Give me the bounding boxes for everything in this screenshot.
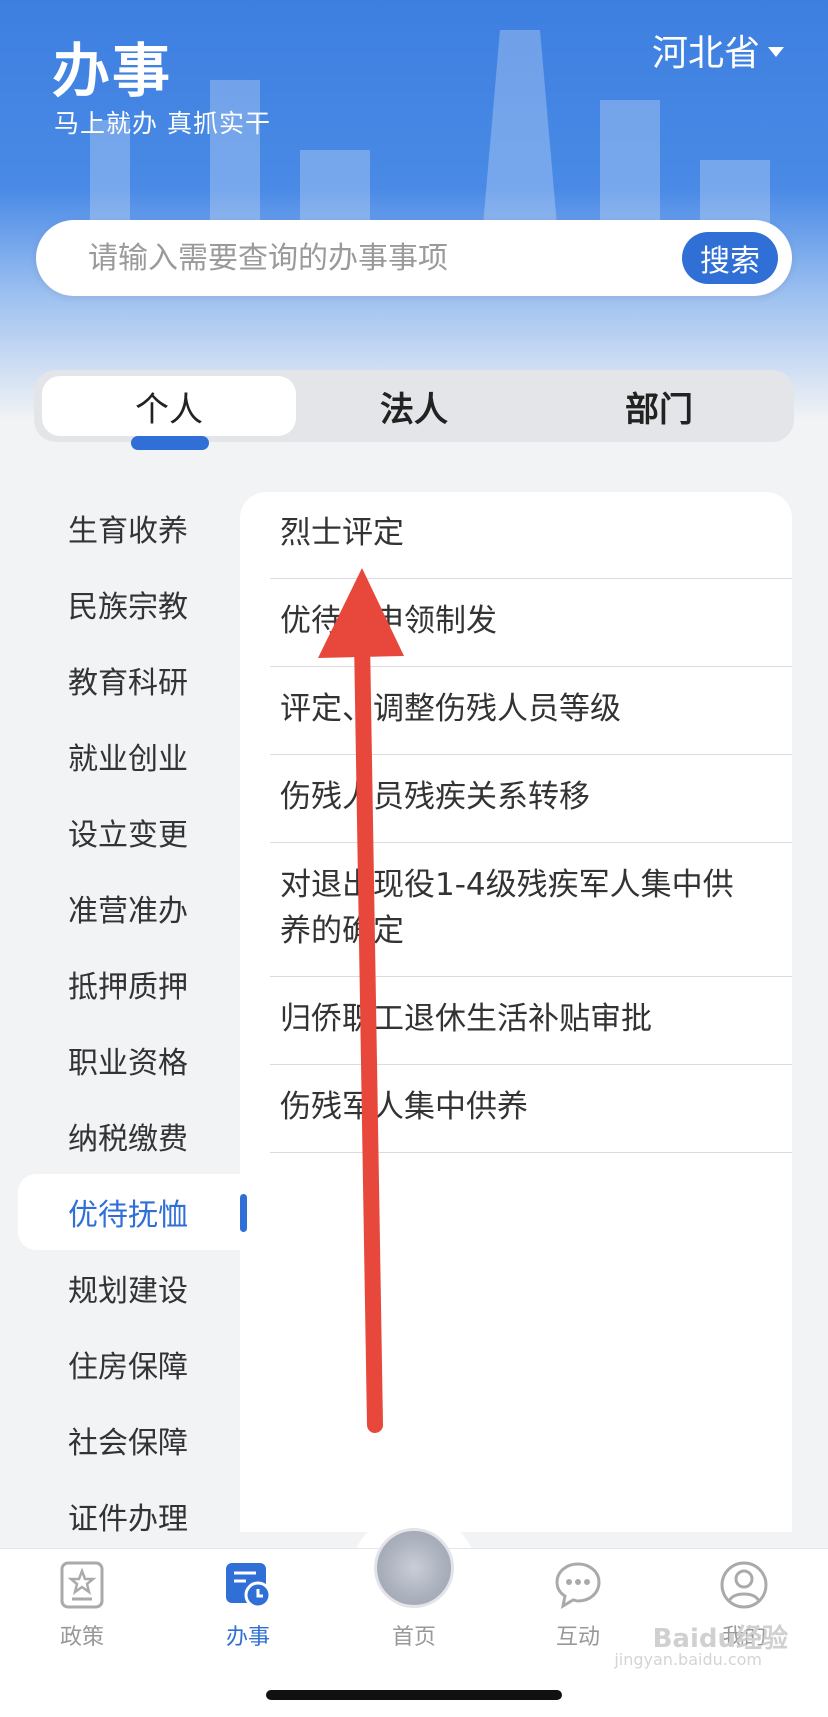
sidebar-item[interactable]: 民族宗教 (18, 566, 240, 642)
tab-personal[interactable]: 个人 (42, 376, 296, 436)
sidebar-item[interactable]: 纳税缴费 (18, 1098, 240, 1174)
nav-label: 政策 (59, 1625, 104, 1650)
sidebar-item[interactable]: 证件办理 (18, 1478, 240, 1554)
sidebar-item[interactable]: 就业创业 (18, 718, 240, 794)
service-item[interactable]: 伤残军人集中供养 (270, 1066, 792, 1153)
service-item[interactable]: 对退出现役1-4级残疾军人集中供养的确定 (270, 844, 792, 977)
sidebar-item[interactable]: 设立变更 (18, 794, 240, 870)
sidebar-item[interactable]: 社会保障 (18, 1402, 240, 1478)
tab-department[interactable]: 部门 (532, 376, 786, 436)
sidebar-item[interactable]: 规划建设 (18, 1250, 240, 1326)
nav-label: 办事 (225, 1625, 270, 1650)
sidebar-item-active[interactable]: 优待抚恤 (18, 1174, 240, 1250)
sidebar-item[interactable]: 住房保障 (18, 1326, 240, 1402)
sidebar-item[interactable]: 准营准办 (18, 870, 240, 946)
nav-policy[interactable]: 政策 (22, 1559, 142, 1669)
sidebar-item[interactable]: 抵押质押 (18, 946, 240, 1022)
search-button[interactable]: 搜索 (682, 232, 778, 284)
caret-down-icon (768, 47, 784, 57)
service-item[interactable]: 伤残人员残疾关系转移 (270, 756, 792, 843)
policy-icon (60, 1561, 104, 1609)
service-item[interactable]: 优待证申领制发 (270, 580, 792, 667)
affairs-icon (226, 1563, 272, 1609)
user-icon (720, 1561, 768, 1609)
province-label: 河北省 (651, 33, 760, 74)
tab-legal-entity[interactable]: 法人 (287, 376, 541, 436)
nav-label: 互动 (555, 1625, 600, 1650)
active-tab-indicator (131, 436, 209, 450)
watermark-url: jingyan.baidu.com (614, 1650, 762, 1669)
search-input[interactable] (88, 220, 648, 296)
search-bar: 搜索 (36, 220, 792, 296)
active-sidebar-marker (240, 1194, 247, 1232)
sidebar-item[interactable]: 生育收养 (18, 490, 240, 566)
service-item[interactable]: 评定、调整伤残人员等级 (270, 668, 792, 755)
sidebar-item[interactable]: 教育科研 (18, 642, 240, 718)
chat-icon (555, 1562, 601, 1610)
nav-label: 首页 (391, 1625, 436, 1650)
nav-affairs[interactable]: 办事 (188, 1559, 308, 1669)
sidebar-item[interactable]: 职业资格 (18, 1022, 240, 1098)
header-banner: 办事 马上就办 真抓实干 河北省 (0, 0, 828, 420)
home-indicator[interactable] (266, 1690, 562, 1700)
category-tabs: 个人 法人 部门 (34, 370, 794, 442)
service-list-panel: 烈士评定 优待证申领制发 评定、调整伤残人员等级 伤残人员残疾关系转移 对退出现… (240, 492, 792, 1532)
province-selector[interactable]: 河北省 (652, 24, 784, 76)
page-slogan: 马上就办 真抓实干 (54, 109, 271, 138)
page-title: 办事 (52, 37, 173, 105)
service-item[interactable]: 烈士评定 (270, 492, 792, 579)
service-item[interactable]: 归侨职工退休生活补贴审批 (270, 978, 792, 1065)
home-emblem-icon[interactable] (374, 1528, 454, 1608)
